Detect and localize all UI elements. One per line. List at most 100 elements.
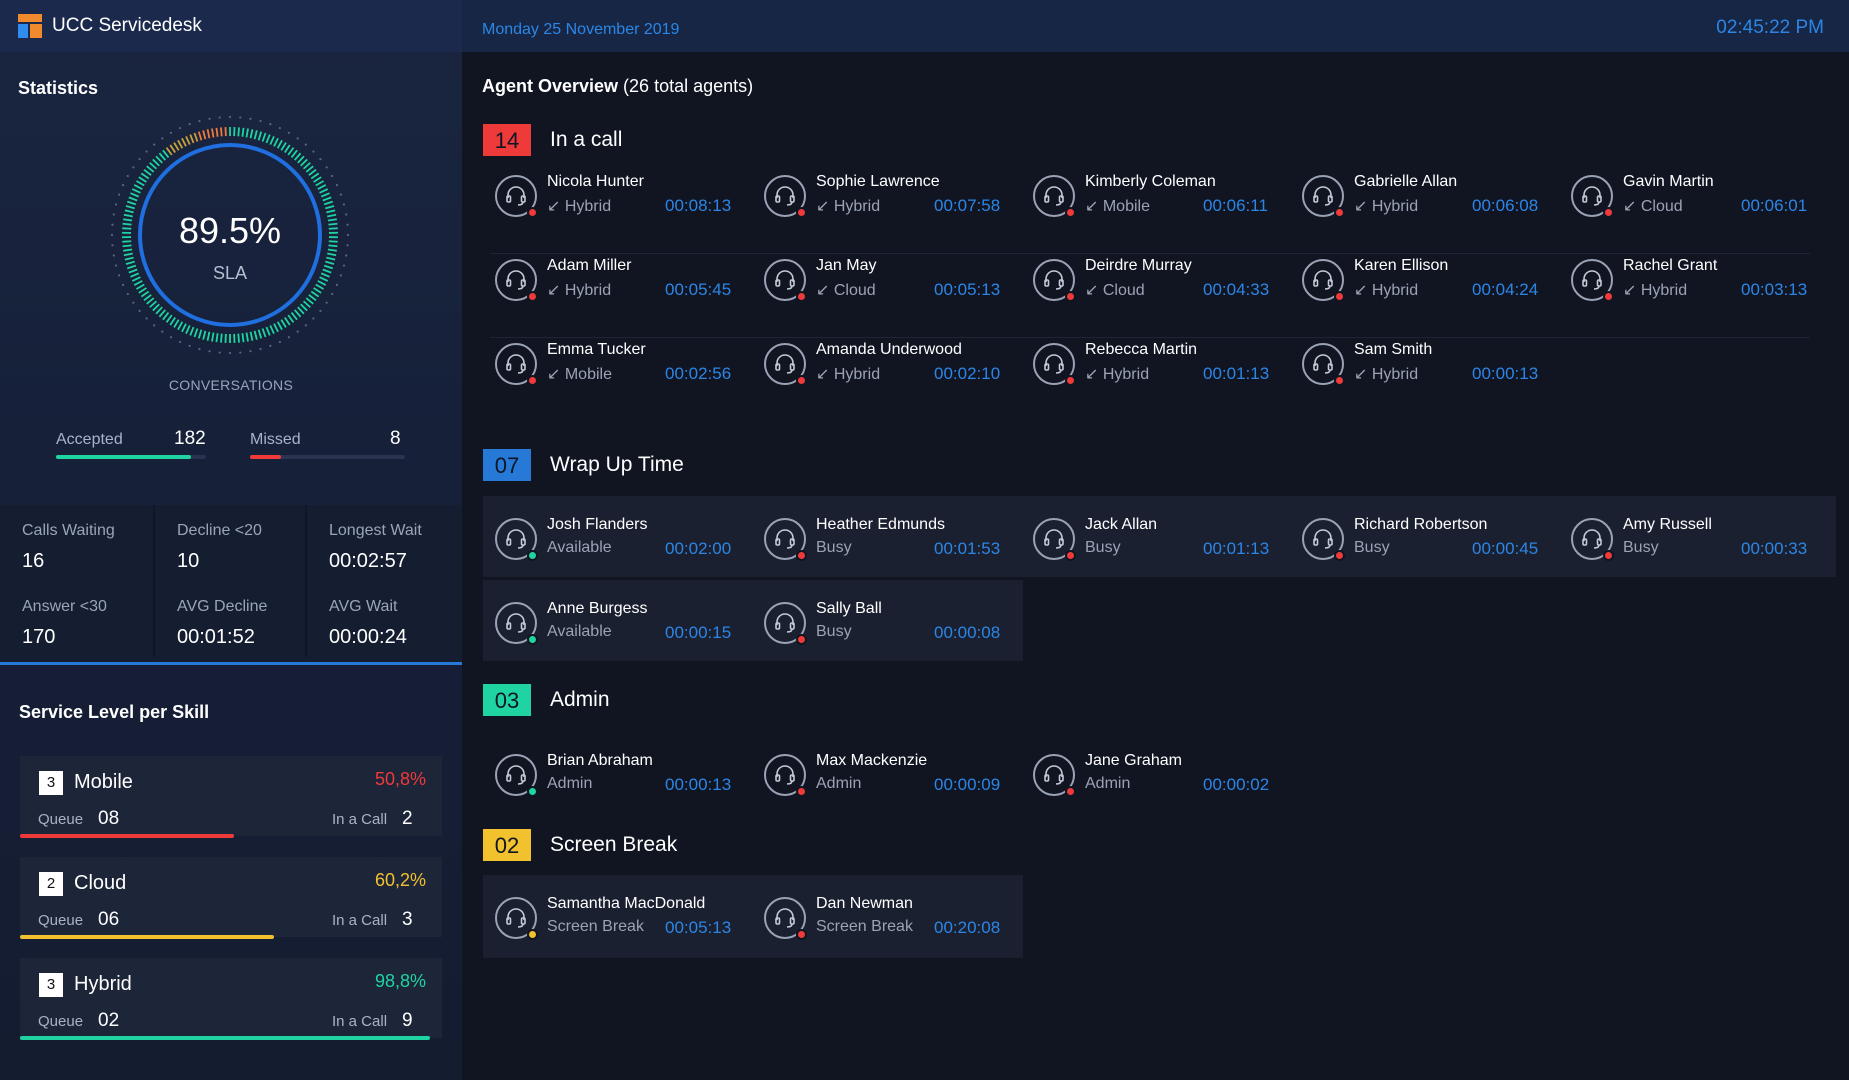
agent-status: ↙ Hybrid: [816, 366, 881, 383]
gauge-dot: [278, 126, 281, 130]
gauge-tick: [249, 331, 254, 341]
agent-card[interactable]: Brian Abraham Admin 00:00:13: [483, 744, 743, 804]
agent-card[interactable]: Amanda Underwood ↙ Hybrid 00:02:10: [752, 333, 1012, 393]
gauge-tick: [143, 294, 152, 302]
agent-timer: 00:05:45: [665, 280, 732, 299]
gauge-tick: [273, 137, 279, 147]
skill-card-mobile[interactable]: 3 Mobile 50,8% Queue 08 In a Call 2: [20, 756, 442, 838]
status-dot: [1065, 291, 1076, 302]
agent-card[interactable]: Sam Smith ↙ Hybrid 00:00:13: [1290, 333, 1550, 393]
gauge-tick: [185, 325, 191, 335]
skill-card-cloud[interactable]: 2 Cloud 60,2% Queue 06 In a Call 3: [20, 857, 442, 939]
skill-card-hybrid[interactable]: 3 Hybrid 98,8% Queue 02 In a Call 9: [20, 958, 442, 1040]
agent-overview-count: (26 total agents): [618, 76, 754, 96]
gauge-tick: [173, 142, 180, 151]
agent-card[interactable]: Anne Burgess Available 00:00:15: [483, 592, 743, 652]
agent-card[interactable]: Amy Russell Busy 00:00:33: [1559, 508, 1819, 568]
gauge-tick: [315, 180, 324, 187]
kpi-label: Decline <20: [177, 522, 262, 539]
status-dot: [1334, 207, 1345, 218]
kpi-decline-under-20: Decline <20 10: [155, 505, 307, 581]
headset-icon: [1302, 259, 1345, 302]
gauge-dot: [138, 158, 141, 161]
agent-card[interactable]: Rebecca Martin ↙ Hybrid 00:01:13: [1021, 333, 1281, 393]
gauge-dot: [312, 317, 315, 320]
status-dot: [527, 291, 538, 302]
top-bar: Monday 25 November 2019 02:45:22 PM: [462, 0, 1849, 52]
gauge-tick: [305, 165, 314, 173]
gauge-tick: [253, 130, 258, 140]
agent-timer: 00:05:13: [665, 918, 732, 937]
agent-status: ↙ Hybrid: [547, 282, 612, 299]
agent-card[interactable]: Deirdre Murray ↙ Cloud 00:04:33: [1021, 249, 1281, 309]
agent-card[interactable]: Max Mackenzie Admin 00:00:09: [752, 744, 1012, 804]
gauge-tick: [177, 139, 184, 149]
gauge-tick: [206, 129, 211, 139]
gauge-tick: [245, 128, 249, 138]
kpi-value: 170: [22, 626, 56, 648]
gauge-dot: [145, 150, 148, 153]
skill-name: Mobile: [74, 771, 133, 793]
agent-status: Screen Break: [547, 918, 644, 935]
gauge-tick: [123, 252, 133, 257]
agent-card[interactable]: Kimberly Coleman ↙ Mobile 00:06:11: [1021, 165, 1281, 225]
headset-icon: [495, 518, 538, 561]
agent-timer: 00:00:09: [934, 775, 1001, 794]
agent-card[interactable]: Heather Edmunds Busy 00:01:53: [752, 508, 1012, 568]
agent-card[interactable]: Rachel Grant ↙ Hybrid 00:03:13: [1559, 249, 1819, 309]
gauge-tick: [128, 196, 138, 202]
skill-percentage: 98,8%: [374, 971, 426, 991]
agent-name: Jan May: [816, 257, 877, 274]
group-name: Screen Break: [550, 833, 678, 856]
statistics-panel: UCC Servicedesk Statistics 89.5% SLA CON…: [0, 0, 462, 1080]
agent-card[interactable]: Jane Graham Admin 00:00:02: [1021, 744, 1281, 804]
gauge-dot: [112, 254, 115, 257]
skill-name: Cloud: [74, 872, 127, 894]
gauge-tick: [127, 200, 137, 206]
agent-card[interactable]: Samantha MacDonald Screen Break 00:05:13: [483, 887, 743, 947]
agent-card[interactable]: Karen Ellison ↙ Hybrid 00:04:24: [1290, 249, 1550, 309]
agent-card[interactable]: Jack Allan Busy 00:01:13: [1021, 508, 1281, 568]
agent-card[interactable]: Sally Ball Busy 00:00:08: [752, 592, 1012, 652]
skill-badge: 3: [39, 973, 63, 997]
gauge-dot: [138, 309, 141, 312]
agent-name: Max Mackenzie: [816, 752, 928, 769]
agent-timer: 00:01:13: [1203, 539, 1270, 558]
agent-card[interactable]: Richard Robertson Busy 00:00:45: [1290, 508, 1550, 568]
gauge-tick: [136, 283, 145, 290]
gauge-tick: [181, 137, 187, 147]
agent-timer: 00:00:13: [665, 775, 732, 794]
app-header: UCC Servicedesk: [0, 0, 462, 52]
gauge-dot: [296, 330, 299, 333]
agent-card[interactable]: Josh Flanders Available 00:02:00: [483, 508, 743, 568]
agent-card[interactable]: Gabrielle Allan ↙ Hybrid 00:06:08: [1290, 165, 1550, 225]
gauge-tick: [202, 330, 207, 340]
agent-timer: 00:00:02: [1203, 775, 1270, 794]
gauge-tick: [284, 316, 291, 326]
agent-status: ↙ Hybrid: [547, 198, 612, 215]
agent-card[interactable]: Adam Miller ↙ Hybrid 00:05:45: [483, 249, 743, 309]
status-dot: [1065, 207, 1076, 218]
gauge-tick: [189, 134, 195, 144]
gauge-tick: [294, 309, 302, 318]
agent-card[interactable]: Emma Tucker ↙ Mobile 00:02:56: [483, 333, 743, 393]
gauge-tick: [302, 300, 311, 308]
gauge-dot: [325, 166, 328, 169]
gauge-dot: [342, 203, 346, 206]
agent-card[interactable]: Sophie Lawrence ↙ Hybrid 00:07:58: [752, 165, 1012, 225]
gauge-tick: [169, 144, 176, 154]
agent-name: Emma Tucker: [547, 341, 646, 358]
skill-level-bar: [20, 1036, 430, 1040]
agent-status: ↙ Hybrid: [1354, 198, 1419, 215]
gauge-tick: [265, 134, 271, 144]
agent-name: Amy Russell: [1623, 516, 1712, 533]
agent-card[interactable]: Jan May ↙ Cloud 00:05:13: [752, 249, 1012, 309]
kpi-value: 16: [22, 550, 45, 572]
agent-card[interactable]: Dan Newman Screen Break 00:20:08: [752, 887, 1012, 947]
gauge-dot: [259, 347, 262, 351]
agent-card[interactable]: Nicola Hunter ↙ Hybrid 00:08:13: [483, 165, 743, 225]
status-dot: [796, 786, 807, 797]
agent-timer: 00:20:08: [934, 918, 1001, 937]
agent-card[interactable]: Gavin Martin ↙ Cloud 00:06:01: [1559, 165, 1819, 225]
gauge-dot: [312, 150, 315, 153]
